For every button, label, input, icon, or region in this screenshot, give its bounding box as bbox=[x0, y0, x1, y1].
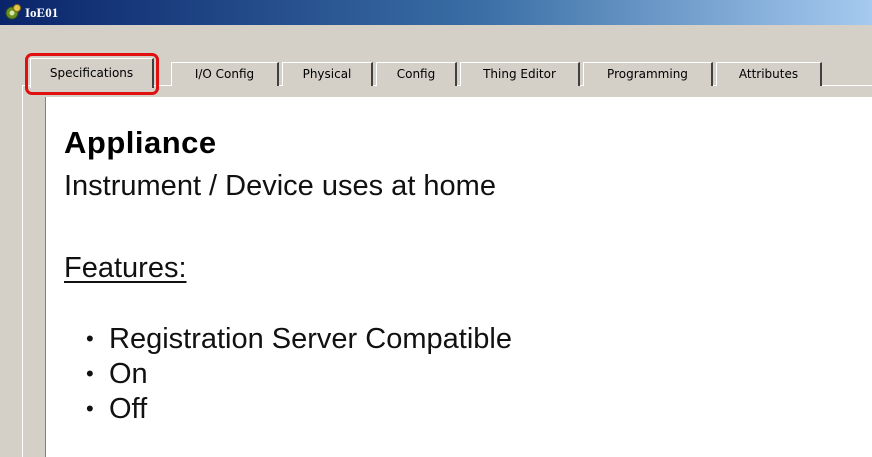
tab-attributes[interactable]: Attributes bbox=[716, 62, 822, 86]
tab-thing-editor[interactable]: Thing Editor bbox=[460, 62, 580, 86]
device-description: Instrument / Device uses at home bbox=[64, 170, 496, 202]
bullet-icon: • bbox=[86, 326, 94, 351]
list-item: • Off bbox=[86, 391, 512, 426]
features-list: • Registration Server Compatible • On • Off bbox=[86, 321, 512, 426]
feature-text: Off bbox=[109, 393, 148, 425]
bullet-icon: • bbox=[86, 361, 94, 386]
window-titlebar[interactable]: IoE01 bbox=[0, 0, 872, 25]
window-title: IoE01 bbox=[25, 5, 59, 20]
list-item: • On bbox=[86, 356, 512, 391]
features-label: Features: bbox=[64, 252, 187, 284]
feature-text: Registration Server Compatible bbox=[109, 323, 512, 355]
tab-io-config[interactable]: I/O Config bbox=[171, 62, 279, 86]
specifications-content: Appliance Instrument / Device uses at ho… bbox=[45, 97, 872, 457]
tab-specifications[interactable]: Specifications bbox=[30, 58, 154, 88]
list-item: • Registration Server Compatible bbox=[86, 321, 512, 356]
feature-text: On bbox=[109, 358, 148, 390]
tab-physical[interactable]: Physical bbox=[282, 62, 373, 86]
tab-programming[interactable]: Programming bbox=[583, 62, 713, 86]
tab-config[interactable]: Config bbox=[376, 62, 457, 86]
device-heading: Appliance bbox=[64, 125, 217, 160]
bullet-icon: • bbox=[86, 396, 94, 421]
device-gear-icon bbox=[5, 4, 21, 20]
